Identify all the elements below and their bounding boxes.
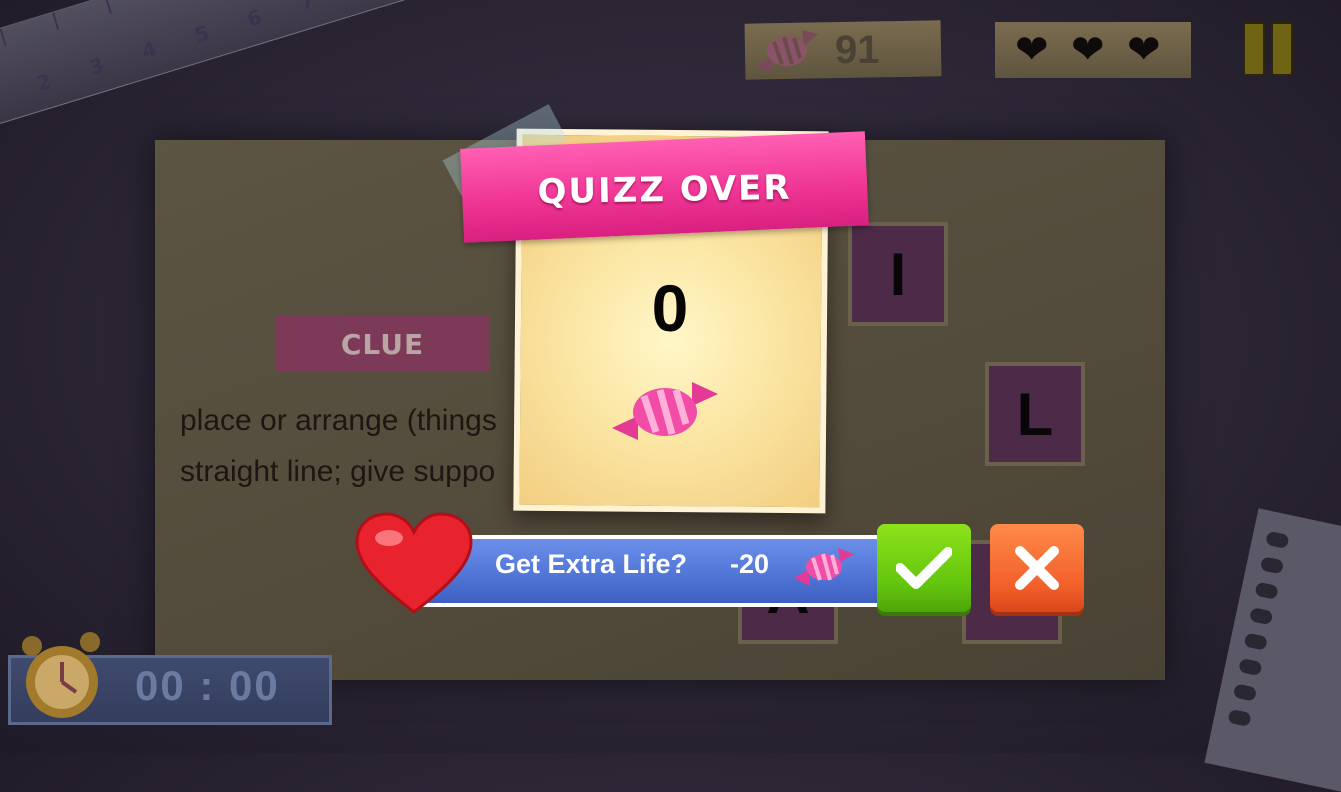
popup-title: QUIZZ OVER <box>537 167 792 213</box>
ruler-number: 3 <box>86 52 107 80</box>
ruler-number: 6 <box>244 4 265 32</box>
lives-display: ❤ ❤ ❤ <box>995 22 1191 78</box>
life-heart-icon: ❤ <box>1015 27 1049 73</box>
cross-icon <box>1015 546 1059 590</box>
life-heart-icon: ❤ <box>1071 27 1105 73</box>
letter-tile[interactable]: I <box>848 222 948 326</box>
heart-icon <box>355 512 473 614</box>
candy-icon <box>612 382 718 440</box>
letter-tile[interactable]: L <box>985 362 1085 466</box>
extra-life-cost: -20 <box>730 549 770 579</box>
ruler-number: 4 <box>139 36 160 64</box>
clue-label: CLUE <box>275 316 490 372</box>
alarm-clock-icon <box>22 632 100 718</box>
ruler-number: 2 <box>33 68 55 96</box>
timer-readout: 00 : 00 <box>135 662 280 709</box>
notebook-decoration <box>1204 508 1341 792</box>
life-heart-icon: ❤ <box>1127 27 1161 73</box>
ruler-number: 5 <box>191 20 212 48</box>
clue-text-line-1: place or arrange (things <box>180 404 497 437</box>
candy-icon <box>794 548 854 586</box>
candy-count: 91 <box>835 28 880 72</box>
ruler-number: 7 <box>296 0 318 16</box>
final-score: 0 <box>651 271 689 345</box>
checkmark-icon <box>896 547 952 589</box>
extra-life-prompt: Get Extra Life? <box>495 549 688 579</box>
pause-button[interactable] <box>1243 22 1293 76</box>
confirm-button[interactable] <box>877 524 971 612</box>
cancel-button[interactable] <box>990 524 1084 612</box>
ruler-decoration: 2 3 4 5 6 7 8 9 <box>0 0 678 128</box>
candy-icon <box>756 30 818 72</box>
clue-text-line-2: straight line; give suppo <box>180 455 496 488</box>
